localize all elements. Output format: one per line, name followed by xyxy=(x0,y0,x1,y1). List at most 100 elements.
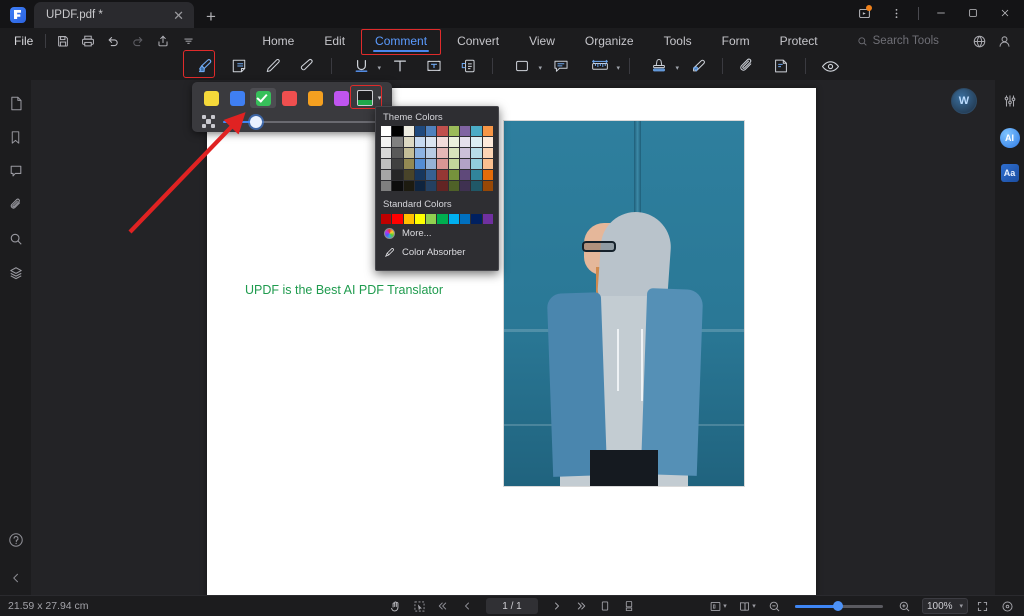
sidebar-item-search[interactable] xyxy=(4,228,28,250)
theme-color-cell[interactable] xyxy=(415,170,425,180)
theme-color-cell[interactable] xyxy=(449,170,459,180)
standard-color-cell[interactable] xyxy=(460,214,470,224)
swatch-red-button[interactable] xyxy=(276,88,302,108)
theme-color-cell[interactable] xyxy=(483,126,493,136)
theme-color-cell[interactable] xyxy=(381,159,391,169)
zoom-slider[interactable] xyxy=(795,600,883,612)
zoom-slider-knob[interactable] xyxy=(833,601,843,611)
theme-color-cell[interactable] xyxy=(426,170,436,180)
theme-color-cell[interactable] xyxy=(415,148,425,158)
theme-color-cell[interactable] xyxy=(437,126,447,136)
document-tab[interactable]: UPDF.pdf * ✕ xyxy=(34,2,194,28)
theme-color-cell[interactable] xyxy=(460,126,470,136)
theme-color-cell[interactable] xyxy=(471,170,481,180)
search-tools-button[interactable]: Search Tools xyxy=(857,35,939,47)
theme-color-cell[interactable] xyxy=(449,181,459,191)
select-tool-button[interactable] xyxy=(408,598,430,615)
theme-color-cell[interactable] xyxy=(437,170,447,180)
document-image[interactable] xyxy=(503,120,745,487)
annotation-list-tool-button[interactable] xyxy=(764,53,798,79)
pencil-tool-button[interactable] xyxy=(256,53,290,79)
new-tab-button[interactable]: + xyxy=(194,8,226,28)
window-close-button[interactable] xyxy=(990,2,1020,24)
theme-color-cell[interactable] xyxy=(449,137,459,147)
file-menu-button[interactable]: File xyxy=(0,34,43,48)
maximize-button[interactable] xyxy=(958,2,988,24)
theme-color-cell[interactable] xyxy=(404,137,414,147)
theme-color-cell[interactable] xyxy=(437,181,447,191)
zoom-level-select[interactable]: 100% ▾ xyxy=(922,598,968,614)
attachment-tool-button[interactable] xyxy=(730,53,764,79)
theme-color-cell[interactable] xyxy=(415,181,425,191)
eraser-tool-button[interactable] xyxy=(290,53,324,79)
theme-color-cell[interactable] xyxy=(404,159,414,169)
collapse-sidebar-button[interactable] xyxy=(4,567,28,589)
theme-color-cell[interactable] xyxy=(471,181,481,191)
theme-color-cell[interactable] xyxy=(392,159,402,169)
standard-color-cell[interactable] xyxy=(471,214,481,224)
signature-tool-button[interactable] xyxy=(681,53,715,79)
tab-tools[interactable]: Tools xyxy=(649,31,707,51)
tab-comment[interactable]: Comment xyxy=(360,31,442,51)
zoom-out-button[interactable] xyxy=(763,598,785,615)
pdf-page[interactable]: UPDF is the Best AI PDF Translator xyxy=(207,88,816,595)
text-tool-button[interactable] xyxy=(383,53,417,79)
theme-color-cell[interactable] xyxy=(460,159,470,169)
first-page-button[interactable] xyxy=(432,598,454,615)
properties-icon[interactable] xyxy=(998,90,1022,112)
theme-color-cell[interactable] xyxy=(392,126,402,136)
theme-color-cell[interactable] xyxy=(426,159,436,169)
theme-color-cell[interactable] xyxy=(483,170,493,180)
tab-home[interactable]: Home xyxy=(247,31,309,51)
theme-color-cell[interactable] xyxy=(426,181,436,191)
hand-tool-button[interactable] xyxy=(384,598,406,615)
page-number-input[interactable]: 1 / 1 xyxy=(486,598,538,614)
account-icon[interactable] xyxy=(997,34,1012,49)
more-colors-button[interactable]: More... xyxy=(381,224,493,243)
color-absorber-button[interactable]: Color Absorber xyxy=(381,243,493,262)
standard-color-cell[interactable] xyxy=(483,214,493,224)
document-highlighted-text[interactable]: UPDF is the Best AI PDF Translator xyxy=(245,283,443,297)
theme-color-cell[interactable] xyxy=(392,181,402,191)
theme-color-cell[interactable] xyxy=(483,159,493,169)
swatch-yellow-button[interactable] xyxy=(198,88,224,108)
last-page-button[interactable] xyxy=(570,598,592,615)
tab-edit[interactable]: Edit xyxy=(309,31,360,51)
theme-color-cell[interactable] xyxy=(460,181,470,191)
underline-tool-button[interactable]: ▾ xyxy=(339,53,383,79)
theme-color-cell[interactable] xyxy=(415,137,425,147)
theme-color-cell[interactable] xyxy=(426,137,436,147)
standard-color-cell[interactable] xyxy=(404,214,414,224)
tab-organize[interactable]: Organize xyxy=(570,31,649,51)
minimize-button[interactable] xyxy=(926,2,956,24)
notifications-icon[interactable] xyxy=(849,2,879,24)
more-options-icon[interactable] xyxy=(881,2,911,24)
undo-icon[interactable] xyxy=(102,31,124,51)
swatch-purple-button[interactable] xyxy=(328,88,354,108)
standard-color-cell[interactable] xyxy=(415,214,425,224)
theme-color-cell[interactable] xyxy=(437,159,447,169)
redo-icon[interactable] xyxy=(127,31,149,51)
next-page-button[interactable] xyxy=(546,598,568,615)
page-layout-button[interactable]: ▾ xyxy=(705,598,731,615)
theme-color-cell[interactable] xyxy=(404,181,414,191)
theme-color-cell[interactable] xyxy=(381,170,391,180)
theme-color-cell[interactable] xyxy=(449,148,459,158)
sidebar-item-thumbnails[interactable] xyxy=(4,92,28,114)
theme-color-cell[interactable] xyxy=(483,148,493,158)
sidebar-item-layers[interactable] xyxy=(4,262,28,284)
previous-page-button[interactable] xyxy=(456,598,478,615)
theme-color-cell[interactable] xyxy=(471,159,481,169)
theme-color-cell[interactable] xyxy=(426,148,436,158)
theme-color-cell[interactable] xyxy=(460,137,470,147)
theme-color-cell[interactable] xyxy=(381,148,391,158)
swatch-blue-button[interactable] xyxy=(224,88,250,108)
sidebar-item-attachments[interactable] xyxy=(4,194,28,216)
theme-color-cell[interactable] xyxy=(460,148,470,158)
theme-color-cell[interactable] xyxy=(471,148,481,158)
theme-color-cell[interactable] xyxy=(483,137,493,147)
theme-color-cell[interactable] xyxy=(404,126,414,136)
theme-color-cell[interactable] xyxy=(449,126,459,136)
theme-color-cell[interactable] xyxy=(460,170,470,180)
print-icon[interactable] xyxy=(77,31,99,51)
